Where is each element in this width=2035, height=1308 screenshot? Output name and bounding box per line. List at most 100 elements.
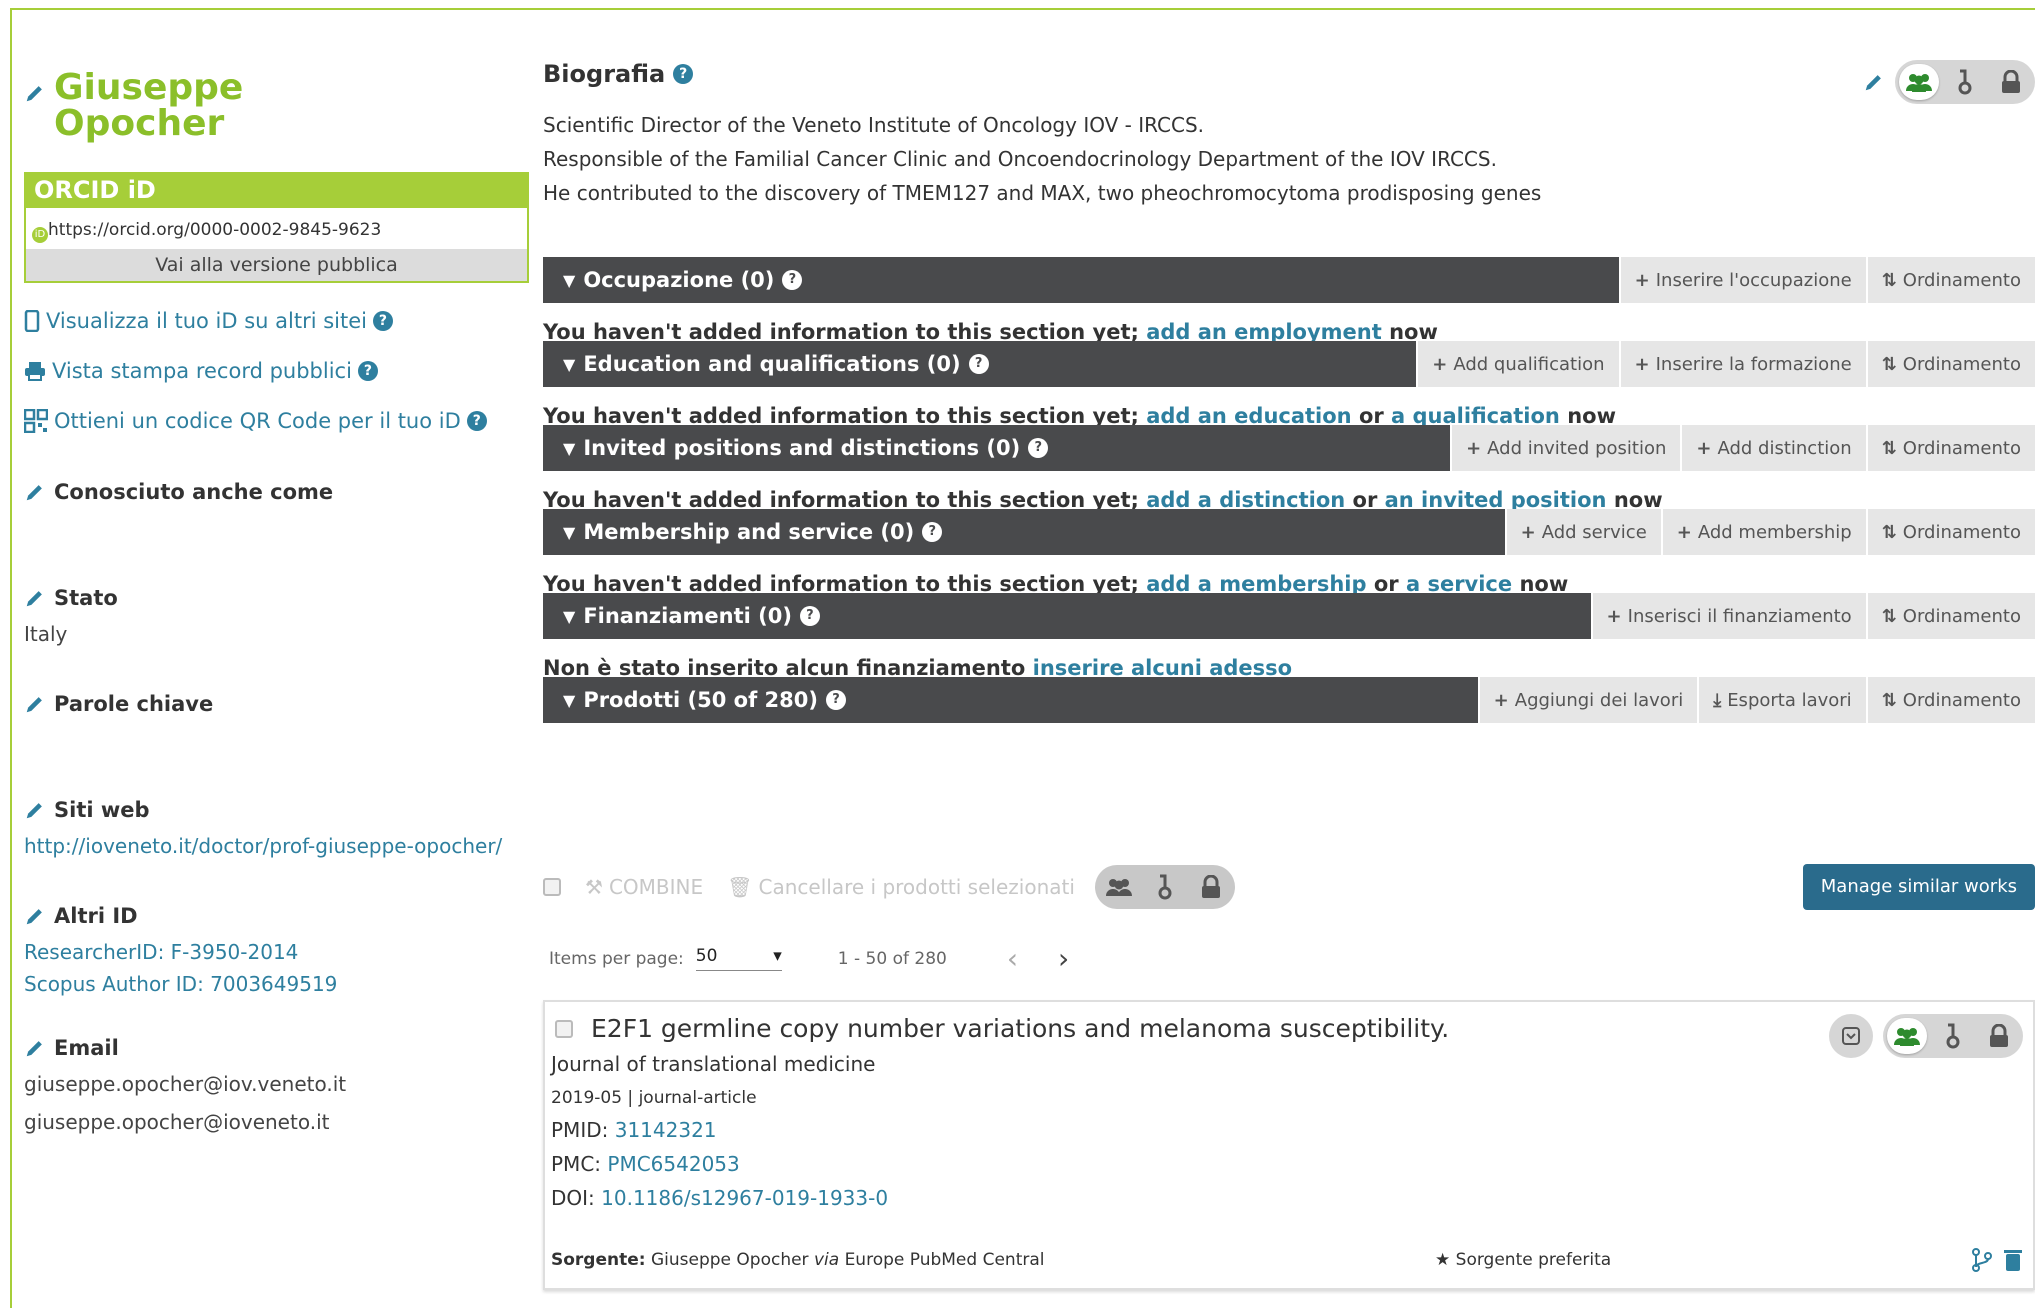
visibility-trusted-icon[interactable] bbox=[1945, 64, 1985, 100]
visibility-private-lock-icon[interactable] bbox=[1991, 64, 2031, 100]
add-employment-button[interactable]: + Inserire l'occupazione bbox=[1618, 257, 1866, 303]
employment-section-header[interactable]: ▼ Occupazione (0)? bbox=[543, 257, 1619, 303]
visibility-private-lock-icon[interactable] bbox=[1979, 1018, 2019, 1054]
add-works-button[interactable]: + Aggiungi dei lavori bbox=[1477, 677, 1698, 723]
fork-icon[interactable] bbox=[1971, 1248, 1993, 1272]
combine-button[interactable]: ⚒ COMBINE bbox=[585, 875, 703, 899]
edit-biography-pencil-icon[interactable] bbox=[1863, 71, 1885, 93]
delete-selected-button[interactable]: 🗑 Cancellare i prodotti selezionati bbox=[727, 875, 1075, 899]
sort-button[interactable]: ⇅ Ordinamento bbox=[1865, 677, 2035, 723]
help-icon[interactable]: ? bbox=[825, 690, 846, 710]
add-distinction-button[interactable]: + Add distinction bbox=[1680, 425, 1866, 471]
help-icon[interactable]: ? bbox=[466, 411, 487, 431]
work-visibility-toggle[interactable] bbox=[1883, 1014, 2023, 1058]
education-section-header[interactable]: ▼ Education and qualifications (0)? bbox=[543, 341, 1417, 387]
sort-button[interactable]: ⇅ Ordinamento bbox=[1865, 257, 2035, 303]
also-known-section: Conosciuto anche come bbox=[24, 480, 544, 504]
orcid-logo-icon: iD bbox=[32, 227, 48, 243]
items-per-page-select[interactable]: 50 ▾ bbox=[695, 946, 782, 971]
sort-button[interactable]: ⇅ Ordinamento bbox=[1865, 341, 2035, 387]
orcid-url[interactable]: iD https://orcid.org/0000-0002-9845-9623 bbox=[26, 208, 527, 249]
work-checkbox[interactable] bbox=[555, 1019, 573, 1038]
add-qualification-button[interactable]: + Add qualification bbox=[1416, 341, 1619, 387]
add-membership-button[interactable]: + Add membership bbox=[1660, 509, 1866, 555]
works-section-header[interactable]: ▼ Prodotti (50 of 280)? bbox=[543, 677, 1478, 723]
help-icon[interactable]: ? bbox=[357, 361, 378, 381]
add-funding-button[interactable]: + Inserisci il finanziamento bbox=[1590, 593, 1866, 639]
visibility-everyone-icon[interactable] bbox=[1099, 869, 1139, 905]
work-pmc: PMC: PMC6542053 bbox=[551, 1152, 740, 1176]
add-education-button[interactable]: + Inserire la formazione bbox=[1618, 341, 1866, 387]
help-icon[interactable]: ? bbox=[799, 606, 820, 626]
edit-pencil-icon[interactable] bbox=[24, 799, 46, 821]
select-all-checkbox[interactable] bbox=[543, 878, 561, 896]
add-service-button[interactable]: + Add service bbox=[1504, 509, 1661, 555]
export-works-button[interactable]: ⤓ Esporta lavori bbox=[1697, 677, 1866, 723]
membership-section-header[interactable]: ▼ Membership and service (0)? bbox=[543, 509, 1505, 555]
sidebar-link-other-sites[interactable]: Visualizza il tuo iD su altri sitei ? bbox=[24, 309, 529, 333]
visibility-trusted-icon[interactable] bbox=[1145, 869, 1185, 905]
work-actions bbox=[1829, 1014, 2023, 1058]
email-value: giuseppe.opocher@ioveneto.it bbox=[24, 1110, 330, 1134]
edit-pencil-icon[interactable] bbox=[24, 587, 46, 609]
sidebar-link-print[interactable]: Vista stampa record pubblici ? bbox=[24, 359, 529, 383]
manage-similar-works-button[interactable]: Manage similar works bbox=[1802, 864, 2035, 910]
star-icon: ★ bbox=[1435, 1250, 1451, 1270]
preferred-source: ★ Sorgente preferita bbox=[1435, 1250, 1612, 1270]
public-version-link[interactable]: Vai alla versione pubblica bbox=[26, 249, 527, 281]
chevron-down-icon: ▼ bbox=[563, 438, 576, 458]
researcher-id-link[interactable]: ResearcherID: F-3950-2014 bbox=[24, 940, 544, 964]
edit-pencil-icon[interactable] bbox=[24, 1037, 46, 1059]
website-link[interactable]: http://ioveneto.it/doctor/prof-giuseppe-… bbox=[24, 834, 544, 858]
sort-button[interactable]: ⇅ Ordinamento bbox=[1865, 593, 2035, 639]
works-toolbar: ⚒ COMBINE 🗑 Cancellare i prodotti selezion… bbox=[543, 864, 2035, 910]
work-journal: Journal of translational medicine bbox=[551, 1052, 876, 1076]
profile-name: Giuseppe Opocher bbox=[24, 70, 529, 142]
edit-name-pencil-icon[interactable] bbox=[24, 82, 46, 104]
help-icon[interactable]: ? bbox=[372, 311, 393, 331]
name-first: Giuseppe bbox=[54, 67, 244, 108]
mobile-icon bbox=[24, 310, 40, 332]
doi-link[interactable]: 10.1186/s12967-019-1933-0 bbox=[601, 1186, 888, 1210]
email-section: Email giuseppe.opocher@iov.veneto.it giu… bbox=[24, 1036, 544, 1134]
chevron-down-icon: ▼ bbox=[563, 522, 576, 542]
name-last: Opocher bbox=[54, 103, 225, 144]
funding-section-header[interactable]: ▼ Finanziamenti (0)? bbox=[543, 593, 1591, 639]
visibility-trusted-icon[interactable] bbox=[1933, 1018, 1973, 1054]
trash-icon[interactable] bbox=[2003, 1248, 2023, 1272]
sort-button[interactable]: ⇅ Ordinamento bbox=[1865, 509, 2035, 555]
expand-work-button[interactable] bbox=[1829, 1014, 1873, 1058]
edit-pencil-icon[interactable] bbox=[24, 481, 46, 503]
work-source: Sorgente: Giuseppe Opocher via Europe Pu… bbox=[551, 1250, 1045, 1270]
prev-page-icon[interactable]: ‹ bbox=[1007, 942, 1018, 975]
pmid-link[interactable]: 31142321 bbox=[615, 1118, 717, 1142]
chevron-down-icon: ▼ bbox=[563, 354, 576, 374]
biography-visibility-toggle[interactable] bbox=[1895, 60, 2035, 104]
visibility-everyone-icon[interactable] bbox=[1887, 1018, 1927, 1054]
biography-title: Biografia ? bbox=[543, 60, 2035, 88]
visibility-private-lock-icon[interactable] bbox=[1191, 869, 1231, 905]
next-page-icon[interactable]: › bbox=[1058, 942, 1069, 975]
bulk-visibility-toggle[interactable] bbox=[1094, 865, 1235, 909]
sort-button[interactable]: ⇅ Ordinamento bbox=[1865, 425, 2035, 471]
sidebar: Giuseppe Opocher ORCID iD iD https://orci… bbox=[24, 70, 529, 1134]
qr-code-icon bbox=[24, 409, 48, 433]
keywords-section: Parole chiave bbox=[24, 692, 544, 716]
visibility-everyone-icon[interactable] bbox=[1899, 64, 1939, 100]
help-icon[interactable]: ? bbox=[968, 354, 989, 374]
sidebar-link-qr[interactable]: Ottieni un codice QR Code per il tuo iD … bbox=[24, 409, 529, 433]
edit-pencil-icon[interactable] bbox=[24, 905, 46, 927]
distinctions-section-header[interactable]: ▼ Invited positions and distinctions (0)? bbox=[543, 425, 1451, 471]
education-section-bar: ▼ Education and qualifications (0)? + Add … bbox=[543, 341, 2035, 387]
pmc-link[interactable]: PMC6542053 bbox=[607, 1152, 739, 1176]
country-section: Stato Italy bbox=[24, 586, 544, 646]
edit-pencil-icon[interactable] bbox=[24, 693, 46, 715]
help-icon[interactable]: ? bbox=[1028, 438, 1049, 458]
scopus-id-link[interactable]: Scopus Author ID: 7003649519 bbox=[24, 972, 544, 996]
help-icon[interactable]: ? bbox=[782, 270, 803, 290]
chevron-down-icon: ▼ bbox=[563, 270, 576, 290]
works-section-bar: ▼ Prodotti (50 of 280)? + Aggiungi dei lav… bbox=[543, 677, 2035, 723]
help-icon[interactable]: ? bbox=[673, 64, 694, 84]
add-invited-position-button[interactable]: + Add invited position bbox=[1450, 425, 1681, 471]
help-icon[interactable]: ? bbox=[922, 522, 943, 542]
